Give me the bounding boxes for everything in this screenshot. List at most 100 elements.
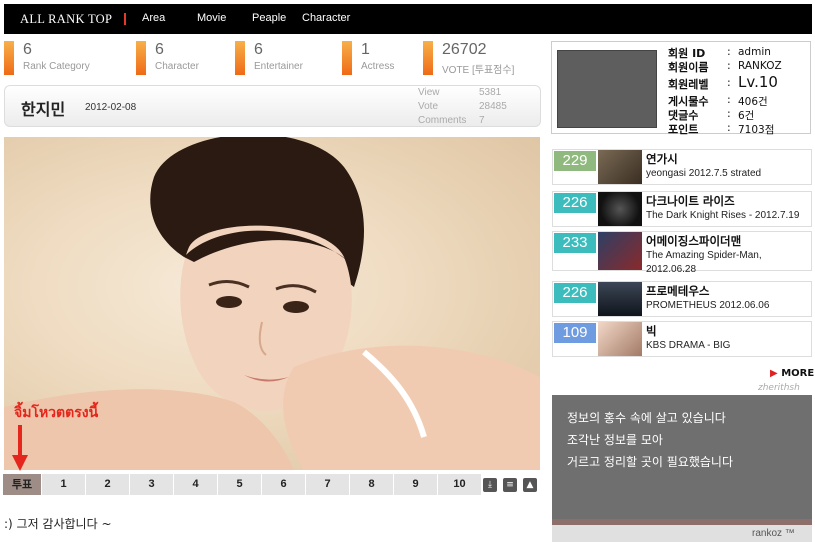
site-quote-box: 정보의 홍수 속에 살고 있습니다 조각난 정보를 모아 거르고 정리할 곳이 … [552, 395, 812, 542]
comments-label: Comments [418, 115, 467, 126]
vote-score-9[interactable]: 9 [394, 474, 437, 495]
stat-value: 6 [254, 41, 263, 58]
movie-thumbnail [598, 192, 642, 226]
rank-score: 229 [554, 151, 596, 171]
vote-score-5[interactable]: 5 [218, 474, 261, 495]
stat-label: Character [155, 61, 199, 72]
list-item[interactable]: 109 빅 KBS DRAMA - BIG [552, 321, 812, 357]
movie-subtitle: KBS DRAMA - BIG [646, 340, 731, 351]
rank-score: 226 [554, 193, 596, 213]
quote-line: 거르고 정리할 곳이 필요했습니다 [567, 455, 734, 469]
member-profile: 회원 ID : admin 회원이름 : RANKOZ 회원레벨 : Lv.10… [551, 41, 811, 136]
download-icon[interactable]: ⤓ [483, 478, 497, 492]
vote-score-10[interactable]: 10 [438, 474, 481, 495]
stat-bar [423, 41, 433, 75]
vote-score-8[interactable]: 8 [350, 474, 393, 495]
profile-colon: : [727, 107, 731, 120]
movie-subtitle: The Amazing Spider-Man, 2012.06.28 [646, 250, 762, 275]
stat-bar [235, 41, 245, 75]
quote-line: 조각난 정보를 모아 [567, 433, 663, 447]
stat-label: VOTE [투표점수] [442, 65, 515, 76]
view-label: View [418, 87, 440, 98]
stat-label: Entertainer [254, 61, 303, 72]
entry-date: 2012-02-08 [85, 102, 137, 113]
movie-subtitle: yeongasi 2012.7.5 strated [646, 168, 762, 179]
movie-title[interactable]: 빅 [646, 323, 657, 339]
list-item[interactable]: 229 연가시 yeongasi 2012.7.5 strated [552, 149, 812, 185]
nav-item-character[interactable]: Character [302, 12, 350, 24]
stat-label: Actress [361, 61, 395, 72]
vote-here-annotation: จิ้มโหวตตรงนี้ [14, 405, 99, 421]
stat-bar [342, 41, 352, 75]
list-item[interactable]: 226 프로메테우스 PROMETHEUS 2012.06.06 [552, 281, 812, 317]
movie-title[interactable]: 프로메테우스 [646, 283, 709, 299]
avatar [557, 50, 657, 128]
stat-value: 1 [361, 41, 370, 58]
comment-text: :) 그저 감사합니다 ~ [4, 517, 112, 531]
list-item[interactable]: 233 어메이징스파이더맨 The Amazing Spider-Man, 20… [552, 231, 812, 275]
list-item[interactable]: 226 다크나이트 라이즈 The Dark Knight Rises - 20… [552, 191, 812, 227]
profile-value-posts: 406건 [738, 96, 768, 108]
movie-subtitle: The Dark Knight Rises - 2012.7.19 [646, 210, 800, 221]
profile-colon: : [727, 59, 731, 72]
movie-title[interactable]: 어메이징스파이더맨 [646, 233, 741, 249]
arrow-down-icon [12, 425, 28, 471]
brand-divider [124, 13, 126, 25]
profile-value-name: RANKOZ [738, 60, 782, 72]
nav-item-movie[interactable]: Movie [197, 12, 226, 24]
stat-value: 26702 [442, 41, 487, 58]
profile-colon: : [727, 121, 731, 134]
entry-header: 한지민 2012-02-08 View 5381 Vote 28485 Comm… [4, 85, 541, 127]
movie-title[interactable]: 다크나이트 라이즈 [646, 193, 735, 209]
site-brand[interactable]: ALL RANK TOP [20, 12, 112, 27]
vote-count: 28485 [479, 101, 507, 112]
profile-value-id: admin [738, 46, 771, 58]
rank-score: 109 [554, 323, 596, 343]
movie-thumbnail [598, 282, 642, 316]
rank-score: 233 [554, 233, 596, 253]
top-nav: ALL RANK TOP Area Movie Peaple Character [4, 4, 812, 34]
triangle-right-icon: ▶ [770, 368, 778, 379]
vote-row: 투표 1 2 3 4 5 6 7 8 9 10 [3, 474, 543, 495]
vote-score-3[interactable]: 3 [130, 474, 173, 495]
nav-item-peaple[interactable]: Peaple [252, 12, 286, 24]
vote-score-4[interactable]: 4 [174, 474, 217, 495]
view-count: 5381 [479, 87, 502, 98]
print-icon[interactable]: ▲ [523, 478, 537, 492]
movie-title[interactable]: 연가시 [646, 151, 678, 167]
movie-thumbnail [598, 322, 642, 356]
nav-item-area[interactable]: Area [142, 12, 165, 24]
profile-value-points: 7103점 [738, 124, 775, 136]
movie-thumbnail [598, 232, 642, 270]
profile-label-name: 회원이름 [668, 61, 709, 74]
vote-score-7[interactable]: 7 [306, 474, 349, 495]
stat-bar [136, 41, 146, 75]
comments-count: 7 [479, 115, 485, 126]
vote-score-6[interactable]: 6 [262, 474, 305, 495]
stat-value: 6 [155, 41, 164, 58]
more-link[interactable]: ▶ MORE [770, 368, 814, 379]
stat-value: 6 [23, 41, 32, 58]
quote-signature: rankoz ™ [752, 528, 795, 539]
profile-colon: : [727, 45, 731, 58]
vote-label: Vote [418, 101, 439, 112]
profile-value-comments: 6건 [738, 110, 755, 122]
small-logo: zherithsh [758, 383, 800, 393]
profile-label-level: 회원레벨 [668, 78, 709, 91]
vote-score-1[interactable]: 1 [42, 474, 85, 495]
quote-line: 정보의 홍수 속에 살고 있습니다 [567, 411, 726, 425]
stat-bar [4, 41, 14, 75]
profile-value-level: Lv.10 [738, 73, 778, 91]
vote-score-2[interactable]: 2 [86, 474, 129, 495]
stat-label: Rank Category [23, 61, 90, 72]
list-icon[interactable]: ≡ [503, 478, 517, 492]
profile-colon: : [727, 76, 731, 89]
entry-name: 한지민 [21, 100, 66, 119]
profile-colon: : [727, 93, 731, 106]
profile-label-points: 포인트 [668, 123, 699, 136]
movie-thumbnail [598, 150, 642, 184]
rank-score: 226 [554, 283, 596, 303]
more-label: MORE [781, 368, 815, 379]
vote-button[interactable]: 투표 [3, 474, 41, 495]
movie-subtitle: PROMETHEUS 2012.06.06 [646, 300, 770, 311]
